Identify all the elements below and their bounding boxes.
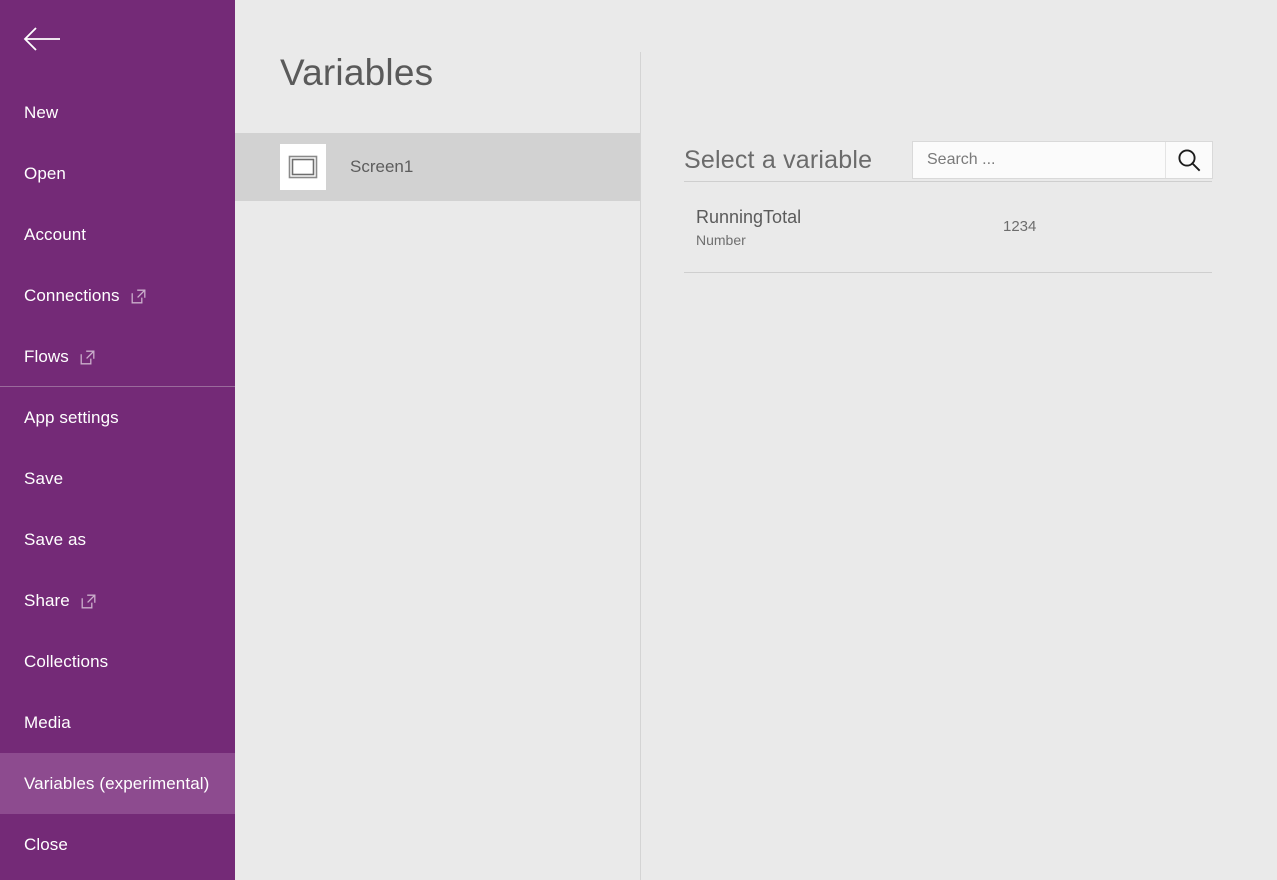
sidebar-item-label: Media — [24, 712, 71, 732]
sidebar-item-label: Close — [24, 834, 68, 854]
sidebar-item-label: Share — [24, 590, 70, 610]
screen-name: Screen1 — [350, 157, 414, 176]
sidebar-item-app-settings[interactable]: App settings — [0, 387, 235, 448]
sidebar-item-close[interactable]: Close — [0, 814, 235, 875]
sidebar-item-label: Account — [24, 224, 87, 244]
sidebar-nav: New Open Account Connections Flows App settin… — [0, 82, 235, 875]
search-button[interactable] — [1166, 142, 1212, 178]
back-button[interactable] — [0, 0, 100, 78]
sidebar-item-label: Connections — [24, 285, 120, 305]
select-a-variable-label: Select a variable — [684, 145, 873, 174]
open-in-new-window-icon — [131, 289, 146, 304]
table-row[interactable]: RunningTotal Number 1234 — [684, 190, 1212, 270]
sidebar-item-new[interactable]: New — [0, 82, 235, 143]
variable-value: 1234 — [1003, 218, 1037, 235]
sidebar-item-flows[interactable]: Flows — [0, 326, 235, 387]
header-rule — [684, 181, 1212, 182]
sidebar-item-variables-experimental[interactable]: Variables (experimental) — [0, 753, 235, 814]
sidebar-item-label: Collections — [24, 651, 109, 671]
variables-header: Select a variable — [684, 138, 1213, 182]
search-icon — [1176, 147, 1202, 173]
sidebar-item-save[interactable]: Save — [0, 448, 235, 509]
sidebar-item-label: Save as — [24, 529, 87, 549]
sidebar-item-label: Open — [24, 163, 66, 183]
sidebar-item-account[interactable]: Account — [0, 204, 235, 265]
search-box[interactable] — [912, 141, 1213, 179]
sidebar-item-media[interactable]: Media — [0, 692, 235, 753]
variables-panel: Select a variable — [641, 0, 1277, 880]
search-input[interactable] — [913, 142, 1165, 178]
screen-thumbnail-icon — [280, 144, 326, 190]
sidebar-item-connections[interactable]: Connections — [0, 265, 235, 326]
sidebar-item-save-as[interactable]: Save as — [0, 509, 235, 570]
left-sidebar: New Open Account Connections Flows App settin… — [0, 0, 235, 880]
sidebar-item-label: Flows — [24, 346, 69, 366]
sidebar-item-label: Save — [24, 468, 64, 488]
screens-panel: Variables Screen1 — [235, 0, 641, 880]
sidebar-item-label: New — [24, 102, 59, 122]
row-rule — [684, 272, 1212, 273]
page-title: Variables — [280, 52, 434, 93]
arrow-left-icon — [22, 26, 62, 52]
open-in-new-window-icon — [81, 594, 96, 609]
sidebar-item-collections[interactable]: Collections — [0, 631, 235, 692]
list-item-screen[interactable]: Screen1 — [235, 133, 641, 201]
sidebar-item-open[interactable]: Open — [0, 143, 235, 204]
sidebar-item-label: App settings — [24, 407, 119, 427]
sidebar-item-label: Variables (experimental) — [24, 773, 210, 793]
sidebar-item-share[interactable]: Share — [0, 570, 235, 631]
variable-type: Number — [696, 232, 746, 248]
open-in-new-window-icon — [80, 350, 95, 365]
variable-name: RunningTotal — [696, 207, 802, 227]
